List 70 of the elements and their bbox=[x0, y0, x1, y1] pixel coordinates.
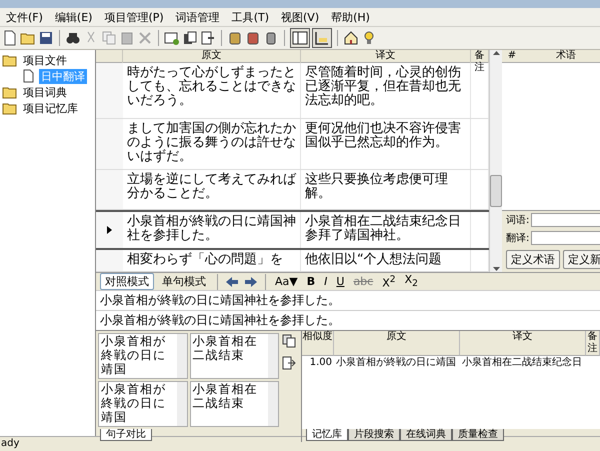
layout-toggle[interactable] bbox=[290, 28, 310, 48]
target-cell: 小泉首相在二战结束纪念日参拜了靖国神社。 bbox=[301, 212, 471, 248]
text-box[interactable]: 小泉首相が終戦の日に靖国 bbox=[98, 381, 188, 427]
column-header: # bbox=[506, 50, 518, 62]
source-cell: 相変わらず「心の問題」を bbox=[123, 250, 301, 271]
format-button[interactable]: X$^{2}$ bbox=[379, 274, 399, 290]
input-field[interactable] bbox=[531, 231, 600, 245]
mode-tab[interactable]: 单句模式 bbox=[157, 273, 211, 290]
copy-icon[interactable] bbox=[281, 333, 297, 349]
target-cell: 他依旧以“个人想法问题 bbox=[301, 250, 471, 271]
format-button[interactable]: X$_{2}$ bbox=[402, 273, 421, 290]
tree-item[interactable]: 项目词典 bbox=[21, 84, 69, 100]
documents-icon[interactable] bbox=[182, 30, 198, 46]
window-icon[interactable] bbox=[164, 30, 180, 46]
scrollbar[interactable] bbox=[489, 50, 502, 272]
menu-item[interactable]: 文件(F) bbox=[0, 10, 49, 24]
row-indicator[interactable] bbox=[96, 212, 123, 248]
format-button[interactable]: abc bbox=[350, 275, 376, 288]
format-button[interactable]: I bbox=[321, 275, 330, 288]
panel-tab[interactable]: 在线词典 bbox=[400, 429, 452, 441]
panel-icon bbox=[292, 30, 308, 46]
menu-item[interactable]: 工具(T) bbox=[226, 10, 275, 24]
menu-item[interactable]: 视图(V) bbox=[275, 10, 326, 24]
column-header: 术语 bbox=[555, 50, 577, 62]
mode-tab[interactable]: 对照模式 bbox=[100, 273, 154, 290]
term-button[interactable]: 定义术语 bbox=[506, 250, 560, 269]
format-button[interactable]: B bbox=[304, 275, 318, 288]
tree-item[interactable]: 项目文件 bbox=[21, 52, 69, 68]
source-cell: 小泉首相が終戦の日に靖国神社を参拝した。 bbox=[123, 212, 301, 248]
current-row-icon bbox=[107, 226, 112, 234]
pane-layout-icon bbox=[314, 30, 330, 46]
column-header: 原文 bbox=[334, 331, 460, 356]
format-button[interactable]: U bbox=[333, 275, 348, 288]
field-label: 翻译: bbox=[506, 232, 530, 245]
scroll-down-icon[interactable] bbox=[492, 267, 500, 272]
text-box[interactable]: 小泉首相在二战结束 bbox=[190, 381, 279, 427]
target-cell: 更何况他们也决不容许侵害国似乎已然忘却的作为。 bbox=[301, 118, 471, 170]
format-button[interactable]: Aa▼ bbox=[272, 275, 301, 288]
panel-tab[interactable]: 记忆库 bbox=[306, 429, 348, 441]
row-indicator[interactable] bbox=[96, 250, 123, 271]
target-cell-text: 小泉首相在二战结束纪念日 bbox=[461, 356, 583, 369]
home-icon[interactable] bbox=[343, 30, 359, 46]
panel-tab[interactable]: 句子对比 bbox=[100, 429, 152, 441]
column-header: 相似度 bbox=[302, 331, 334, 356]
source-cell: 時がたって心がしずまったとしても、忘れることはできないだろう。 bbox=[123, 63, 301, 118]
menu-item[interactable]: 帮助(H) bbox=[325, 10, 376, 24]
source-cell: 立場を逆にして考えてみれば分かることだ。 bbox=[123, 170, 301, 210]
score-cell-text: 1.00 bbox=[308, 356, 333, 369]
scroll-thumb[interactable] bbox=[490, 175, 502, 207]
source-cell: まして加害国の側が忘れたかのように振る舞うのは許せないはずだ。 bbox=[123, 118, 301, 170]
target-cell: 尽管随着时间，心灵的创伤已逐渐平复，但在昔却也无法忘却的吧。 bbox=[301, 63, 471, 118]
panel-tab[interactable]: 质量检查 bbox=[452, 429, 504, 441]
panel-tab[interactable]: 片段搜索 bbox=[348, 429, 400, 441]
text-box[interactable]: 小泉首相在二战结束 bbox=[190, 333, 279, 379]
save-icon[interactable] bbox=[38, 30, 54, 46]
menu-item[interactable]: 编辑(E) bbox=[48, 10, 98, 24]
export-icon[interactable] bbox=[281, 355, 297, 371]
column-header: 备注 bbox=[586, 331, 600, 356]
document-arrow-icon[interactable] bbox=[200, 30, 216, 46]
source-cell-text: 小泉首相が終戦の日に靖国 bbox=[335, 356, 457, 369]
menu-item[interactable]: 词语管理 bbox=[170, 10, 226, 24]
layout-toggle[interactable] bbox=[312, 28, 332, 48]
field-label: 词语: bbox=[506, 214, 530, 227]
tree-item[interactable]: 项目记忆库 bbox=[21, 100, 80, 116]
menu-item[interactable]: 项目管理(P) bbox=[98, 10, 170, 24]
new-file-icon[interactable] bbox=[2, 30, 18, 46]
text-box[interactable]: 小泉首相が終戦の日に靖国 bbox=[98, 333, 188, 379]
target-cell: 这些只要换位考虑便可理解。 bbox=[301, 170, 471, 210]
input-field[interactable] bbox=[531, 213, 600, 227]
column-header: 译文 bbox=[460, 331, 586, 356]
